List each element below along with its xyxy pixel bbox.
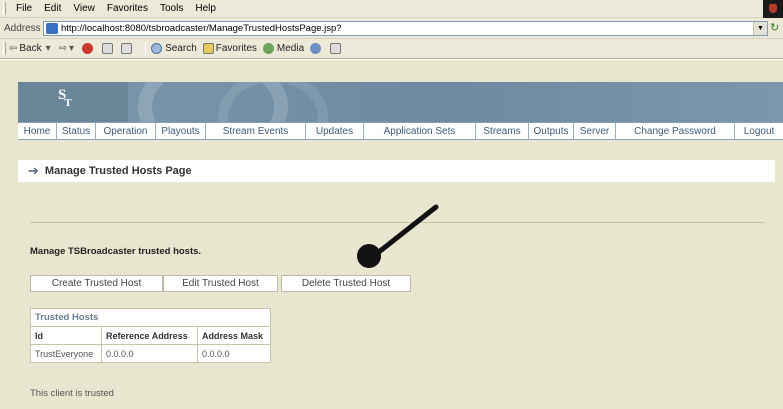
menu-edit[interactable]: Edit xyxy=(38,3,67,14)
media-label: Media xyxy=(276,43,305,54)
table-caption: Trusted Hosts xyxy=(30,308,271,327)
nav-change-password[interactable]: Change Password xyxy=(616,123,735,139)
go-icon[interactable]: ↻ xyxy=(770,21,779,34)
column-header-id: Id xyxy=(30,326,102,345)
toolbar-grip[interactable] xyxy=(3,2,6,15)
column-header-reference-address: Reference Address xyxy=(101,326,198,345)
menu-help[interactable]: Help xyxy=(189,3,222,14)
nav-status[interactable]: Status xyxy=(57,123,96,139)
chevron-down-icon: ▾ xyxy=(45,43,51,54)
toolbar-separator xyxy=(145,41,147,56)
arrow-right-icon: ➔ xyxy=(28,163,39,178)
favorites-button[interactable]: Favorites xyxy=(202,43,257,54)
refresh-button[interactable] xyxy=(102,43,115,54)
favorites-icon xyxy=(202,43,214,54)
search-icon xyxy=(151,43,163,54)
create-trusted-host-button[interactable]: Create Trusted Host xyxy=(30,275,163,292)
forward-button[interactable]: ⇨ ▾ xyxy=(59,43,76,54)
page-title: Manage Trusted Hosts Page xyxy=(44,165,192,177)
cell-reference-address: 0.0.0.0 xyxy=(101,344,198,363)
divider xyxy=(30,222,765,223)
address-bar: Address http://localhost:8080/tsbroadcas… xyxy=(0,18,783,39)
app-logo: ST xyxy=(58,87,72,109)
address-dropdown-icon[interactable]: ▼ xyxy=(753,22,767,35)
refresh-icon xyxy=(102,43,114,54)
page-icon xyxy=(46,23,58,34)
nav-application-sets[interactable]: Application Sets xyxy=(364,123,476,139)
status-text: This client is trusted xyxy=(30,388,114,399)
nav-streams[interactable]: Streams xyxy=(476,123,529,139)
chevron-down-icon: ▾ xyxy=(69,43,75,54)
banner-decoration xyxy=(218,82,328,122)
nav-stream-events[interactable]: Stream Events xyxy=(206,123,306,139)
toolbar-grip[interactable] xyxy=(3,42,6,55)
nav-playouts[interactable]: Playouts xyxy=(156,123,206,139)
menu-tools[interactable]: Tools xyxy=(154,3,189,14)
windows-logo-icon xyxy=(763,0,783,18)
search-label: Search xyxy=(165,43,197,54)
table-row[interactable]: TrustEveryone 0.0.0.0 0.0.0.0 xyxy=(30,344,271,363)
back-label: Back xyxy=(19,43,42,54)
page-content: ST Home Status Operation Playouts Stream… xyxy=(0,60,783,409)
trusted-hosts-table: Trusted Hosts Id Reference Address Addre… xyxy=(30,308,271,363)
column-header-address-mask: Address Mask xyxy=(197,326,271,345)
favorites-label: Favorites xyxy=(215,43,257,54)
media-icon xyxy=(262,43,274,54)
nav-server[interactable]: Server xyxy=(574,123,616,139)
intro-text: Manage TSBroadcaster trusted hosts. xyxy=(30,246,202,257)
stop-button[interactable] xyxy=(82,43,96,54)
header-banner: ST xyxy=(18,82,783,122)
edit-trusted-host-button[interactable]: Edit Trusted Host xyxy=(163,275,278,292)
menu-favorites[interactable]: Favorites xyxy=(101,3,154,14)
nav-outputs[interactable]: Outputs xyxy=(529,123,574,139)
page-title-bar: ➔ Manage Trusted Hosts Page xyxy=(18,160,775,182)
back-button[interactable]: ⇦ Back ▾ xyxy=(9,43,53,54)
main-nav: Home Status Operation Playouts Stream Ev… xyxy=(18,122,783,140)
search-button[interactable]: Search xyxy=(151,43,197,54)
menu-bar: File Edit View Favorites Tools Help xyxy=(0,0,783,18)
home-icon xyxy=(121,43,133,54)
cell-id[interactable]: TrustEveryone xyxy=(30,344,102,363)
nav-logout[interactable]: Logout xyxy=(735,123,783,139)
menu-view[interactable]: View xyxy=(67,3,101,14)
nav-updates[interactable]: Updates xyxy=(306,123,364,139)
mail-icon xyxy=(330,43,342,54)
menu-file[interactable]: File xyxy=(10,3,38,14)
mail-button[interactable] xyxy=(330,43,343,54)
address-label: Address xyxy=(4,22,41,34)
nav-home[interactable]: Home xyxy=(18,123,57,139)
address-input[interactable]: http://localhost:8080/tsbroadcaster/Mana… xyxy=(43,21,768,36)
delete-trusted-host-button[interactable]: Delete Trusted Host xyxy=(281,275,411,292)
address-url[interactable]: http://localhost:8080/tsbroadcaster/Mana… xyxy=(61,23,342,34)
history-button[interactable] xyxy=(310,43,324,54)
nav-operation[interactable]: Operation xyxy=(96,123,156,139)
forward-arrow-icon: ⇨ xyxy=(58,43,68,54)
cell-address-mask: 0.0.0.0 xyxy=(197,344,271,363)
back-arrow-icon: ⇦ xyxy=(9,43,18,54)
stop-icon xyxy=(82,43,94,54)
history-icon xyxy=(310,43,322,54)
home-button[interactable] xyxy=(121,43,134,54)
media-button[interactable]: Media xyxy=(262,43,305,54)
browser-toolbar: ⇦ Back ▾ ⇨ ▾ Search Favorites Media xyxy=(0,39,783,59)
